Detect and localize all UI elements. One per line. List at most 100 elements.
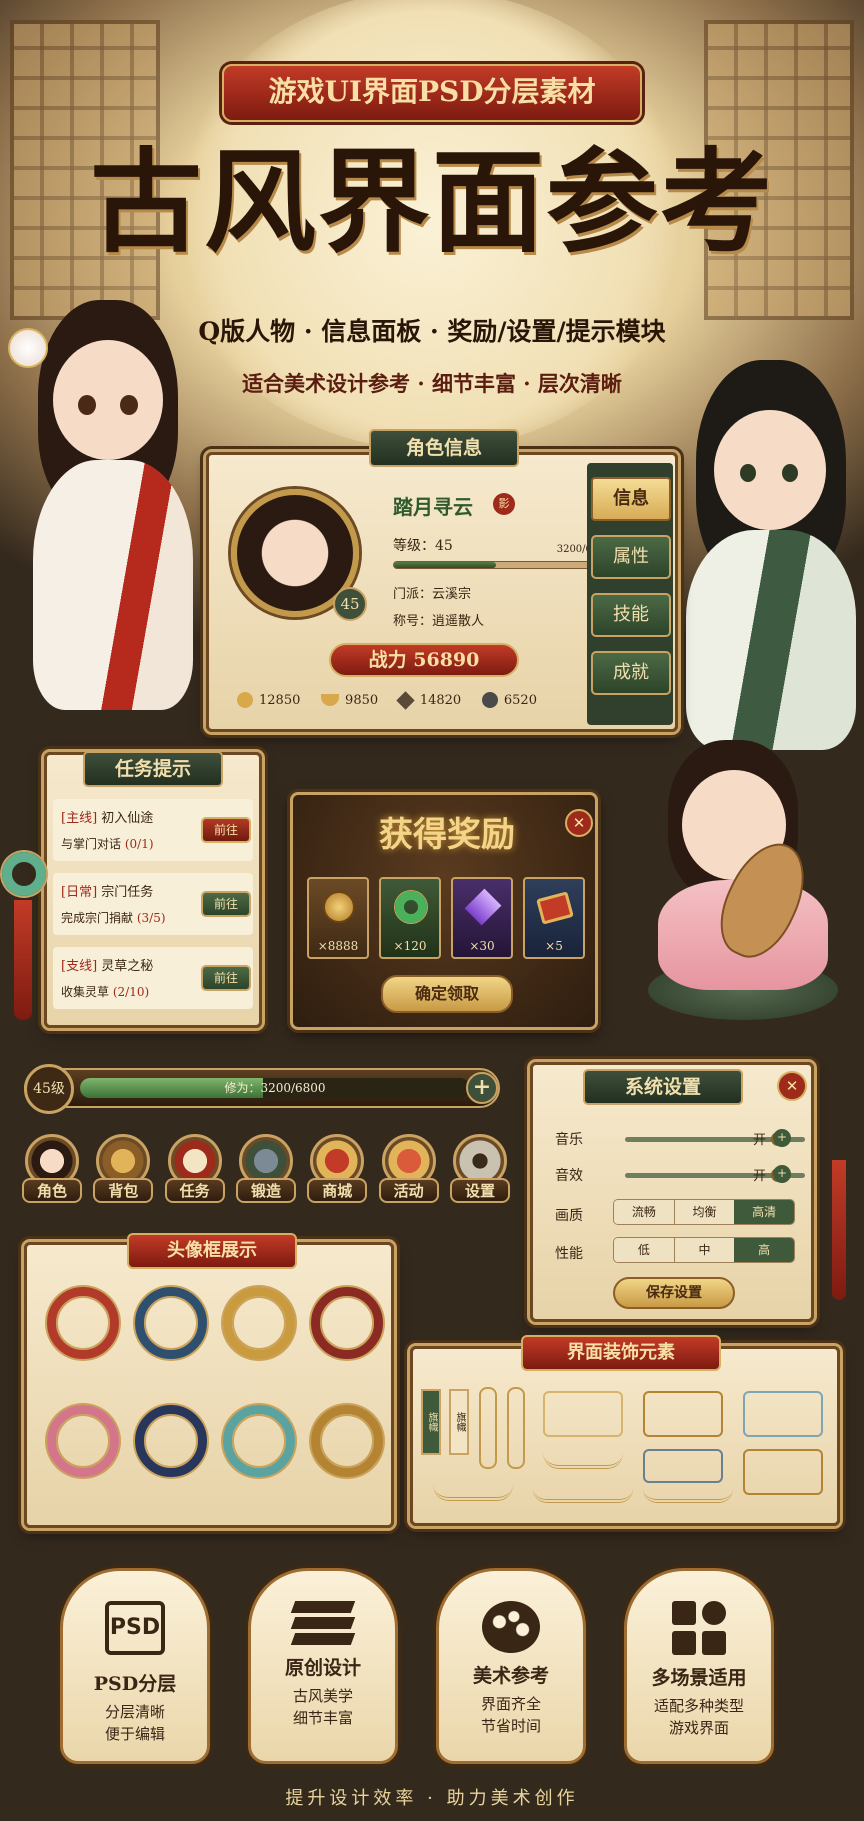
quest-item: [主线] 初入仙途 与掌门对话 (0/1) 前往 xyxy=(53,799,253,861)
panel-header: 任务提示 xyxy=(83,751,223,787)
cloud-ornament xyxy=(533,1489,633,1503)
quest-go-button[interactable]: 前往 xyxy=(201,817,251,843)
feature-line: 界面齐全 xyxy=(480,1695,541,1713)
tassel-decoration xyxy=(14,900,32,1020)
reward-close-button[interactable]: ✕ xyxy=(565,809,593,837)
main-menu: 角色 背包 任务 锻造 商城 活动 设置 xyxy=(22,1134,510,1203)
save-settings-button[interactable]: 保存设置 xyxy=(613,1277,735,1309)
menu-label: 商城 xyxy=(307,1178,368,1203)
menu-bag[interactable]: 背包 xyxy=(93,1134,154,1203)
reward-item[interactable]: ×8888 xyxy=(307,877,369,959)
quest-go-button[interactable]: 前往 xyxy=(201,965,251,991)
panel-header: 角色信息 xyxy=(369,429,519,467)
avatar-frame-item[interactable] xyxy=(47,1405,119,1477)
menu-label: 任务 xyxy=(164,1178,225,1203)
quality-label: 画质 xyxy=(555,1208,583,1224)
avatar-frame-item[interactable] xyxy=(135,1405,207,1477)
reward-count: ×5 xyxy=(545,939,563,953)
feature-multi-scene: 多场景适用 适配多种类型 游戏界面 xyxy=(624,1568,774,1764)
currency-item: 12850 xyxy=(237,692,300,708)
quest-desc: 与掌门对话 xyxy=(61,837,122,851)
reward-count: ×30 xyxy=(469,939,495,953)
performance-option-medium[interactable]: 中 xyxy=(673,1238,735,1262)
jade-icon xyxy=(481,692,498,708)
reward-item[interactable]: ×30 xyxy=(451,877,513,959)
jade-disc-icon xyxy=(395,891,427,923)
chibi-boy-right xyxy=(676,360,864,760)
add-exp-button[interactable]: + xyxy=(466,1072,498,1104)
ornament-frame-cream xyxy=(643,1391,723,1437)
currency-item: 6520 xyxy=(481,692,537,708)
hanging-label: 旗幟 xyxy=(449,1389,469,1455)
level-badge: 45级 xyxy=(24,1064,74,1114)
menu-quest[interactable]: 任务 xyxy=(164,1134,225,1203)
exp-bar-track xyxy=(393,561,611,569)
scroll-icon xyxy=(536,891,574,925)
quest-tag: [主线] xyxy=(61,811,98,826)
confirm-claim-button[interactable]: 确定领取 xyxy=(381,975,513,1013)
menu-label: 设置 xyxy=(449,1178,510,1203)
chibi-girl-left xyxy=(8,300,208,730)
sound-toggle-icon[interactable]: + xyxy=(773,1165,791,1183)
performance-option-high[interactable]: 高 xyxy=(734,1238,794,1262)
menu-settings[interactable]: 设置 xyxy=(449,1134,510,1203)
cloud-ornament xyxy=(433,1485,513,1501)
quality-option-balanced[interactable]: 均衡 xyxy=(673,1200,735,1224)
coin-icon xyxy=(237,692,253,708)
panel-header: 系统设置 xyxy=(583,1069,743,1105)
quest-tag: [日常] xyxy=(61,885,98,900)
quest-item: [日常] 宗门任务 完成宗门捐献 (3/5) 前往 xyxy=(53,873,253,935)
feature-line: 古风美学 xyxy=(292,1687,353,1705)
exp-bar-fill xyxy=(394,562,496,568)
quality-option-smooth[interactable]: 流畅 xyxy=(614,1200,674,1224)
avatar-frame-item[interactable] xyxy=(135,1287,207,1359)
performance-selector: 低 中 高 xyxy=(613,1237,795,1263)
avatar-frame-item[interactable] xyxy=(223,1287,295,1359)
cloud-ornament xyxy=(543,1453,623,1469)
feature-line: 细节丰富 xyxy=(292,1709,353,1727)
tab-skills[interactable]: 技能 xyxy=(591,593,671,637)
menu-character[interactable]: 角色 xyxy=(22,1134,82,1203)
quest-go-button[interactable]: 前往 xyxy=(201,891,251,917)
avatar-frame-item[interactable] xyxy=(47,1287,119,1359)
level-label: 等级：45 xyxy=(393,538,453,554)
sound-state: 开 xyxy=(753,1169,767,1184)
hanging-label: 旗幟 xyxy=(421,1389,441,1455)
reward-item[interactable]: ×5 xyxy=(523,877,585,959)
name-badge: 影 xyxy=(493,493,515,515)
reward-item[interactable]: ×120 xyxy=(379,877,441,959)
ornament-frame-gold xyxy=(543,1391,623,1437)
quality-option-hd[interactable]: 高清 xyxy=(734,1200,794,1224)
menu-event[interactable]: 活动 xyxy=(378,1134,439,1203)
feature-line: 适配多种类型 xyxy=(653,1697,744,1715)
settings-panel: 系统设置 ✕ 音乐 开 + 音效 开 + 画质 流畅 均衡 高清 性能 低 中 … xyxy=(530,1062,814,1322)
ornament-pillar xyxy=(507,1387,525,1469)
currency-item: 9850 xyxy=(321,693,378,708)
footer-slogan: 提升设计效率 · 助力美术创作 xyxy=(285,1788,579,1809)
gold-coin-icon xyxy=(323,891,355,923)
tab-info[interactable]: 信息 xyxy=(591,477,671,521)
feature-line: 便于编辑 xyxy=(104,1725,165,1743)
settings-close-button[interactable]: ✕ xyxy=(777,1071,807,1101)
avatar-frame-item[interactable] xyxy=(311,1287,383,1359)
tab-attributes[interactable]: 属性 xyxy=(591,535,671,579)
reward-count: ×120 xyxy=(393,939,427,953)
ornament-pillar xyxy=(479,1387,497,1469)
feature-line: 节省时间 xyxy=(480,1717,541,1735)
avatar-frame-item[interactable] xyxy=(311,1405,383,1477)
decorations-panel: 界面装饰元素 旗幟 旗幟 xyxy=(410,1335,840,1526)
menu-shop[interactable]: 商城 xyxy=(307,1134,368,1203)
combat-power: 战力 56890 xyxy=(329,643,519,677)
quest-desc: 收集灵草 xyxy=(61,985,110,999)
menu-forge[interactable]: 锻造 xyxy=(235,1134,296,1203)
menu-label: 背包 xyxy=(93,1178,154,1203)
music-toggle-icon[interactable]: + xyxy=(773,1129,791,1147)
character-info-panel: 角色信息 45 踏月寻云 影 等级：45 3200/6800 门派：云溪宗 称号… xyxy=(206,429,678,732)
performance-option-low[interactable]: 低 xyxy=(614,1238,674,1262)
main-title: 古风界面参考 xyxy=(90,137,774,268)
tab-achievements[interactable]: 成就 xyxy=(591,651,671,695)
quest-desc: 完成宗门捐献 xyxy=(61,911,134,925)
settings-tassel xyxy=(832,1160,846,1300)
panel-header: 界面装饰元素 xyxy=(521,1335,721,1371)
avatar-frame-item[interactable] xyxy=(223,1405,295,1477)
